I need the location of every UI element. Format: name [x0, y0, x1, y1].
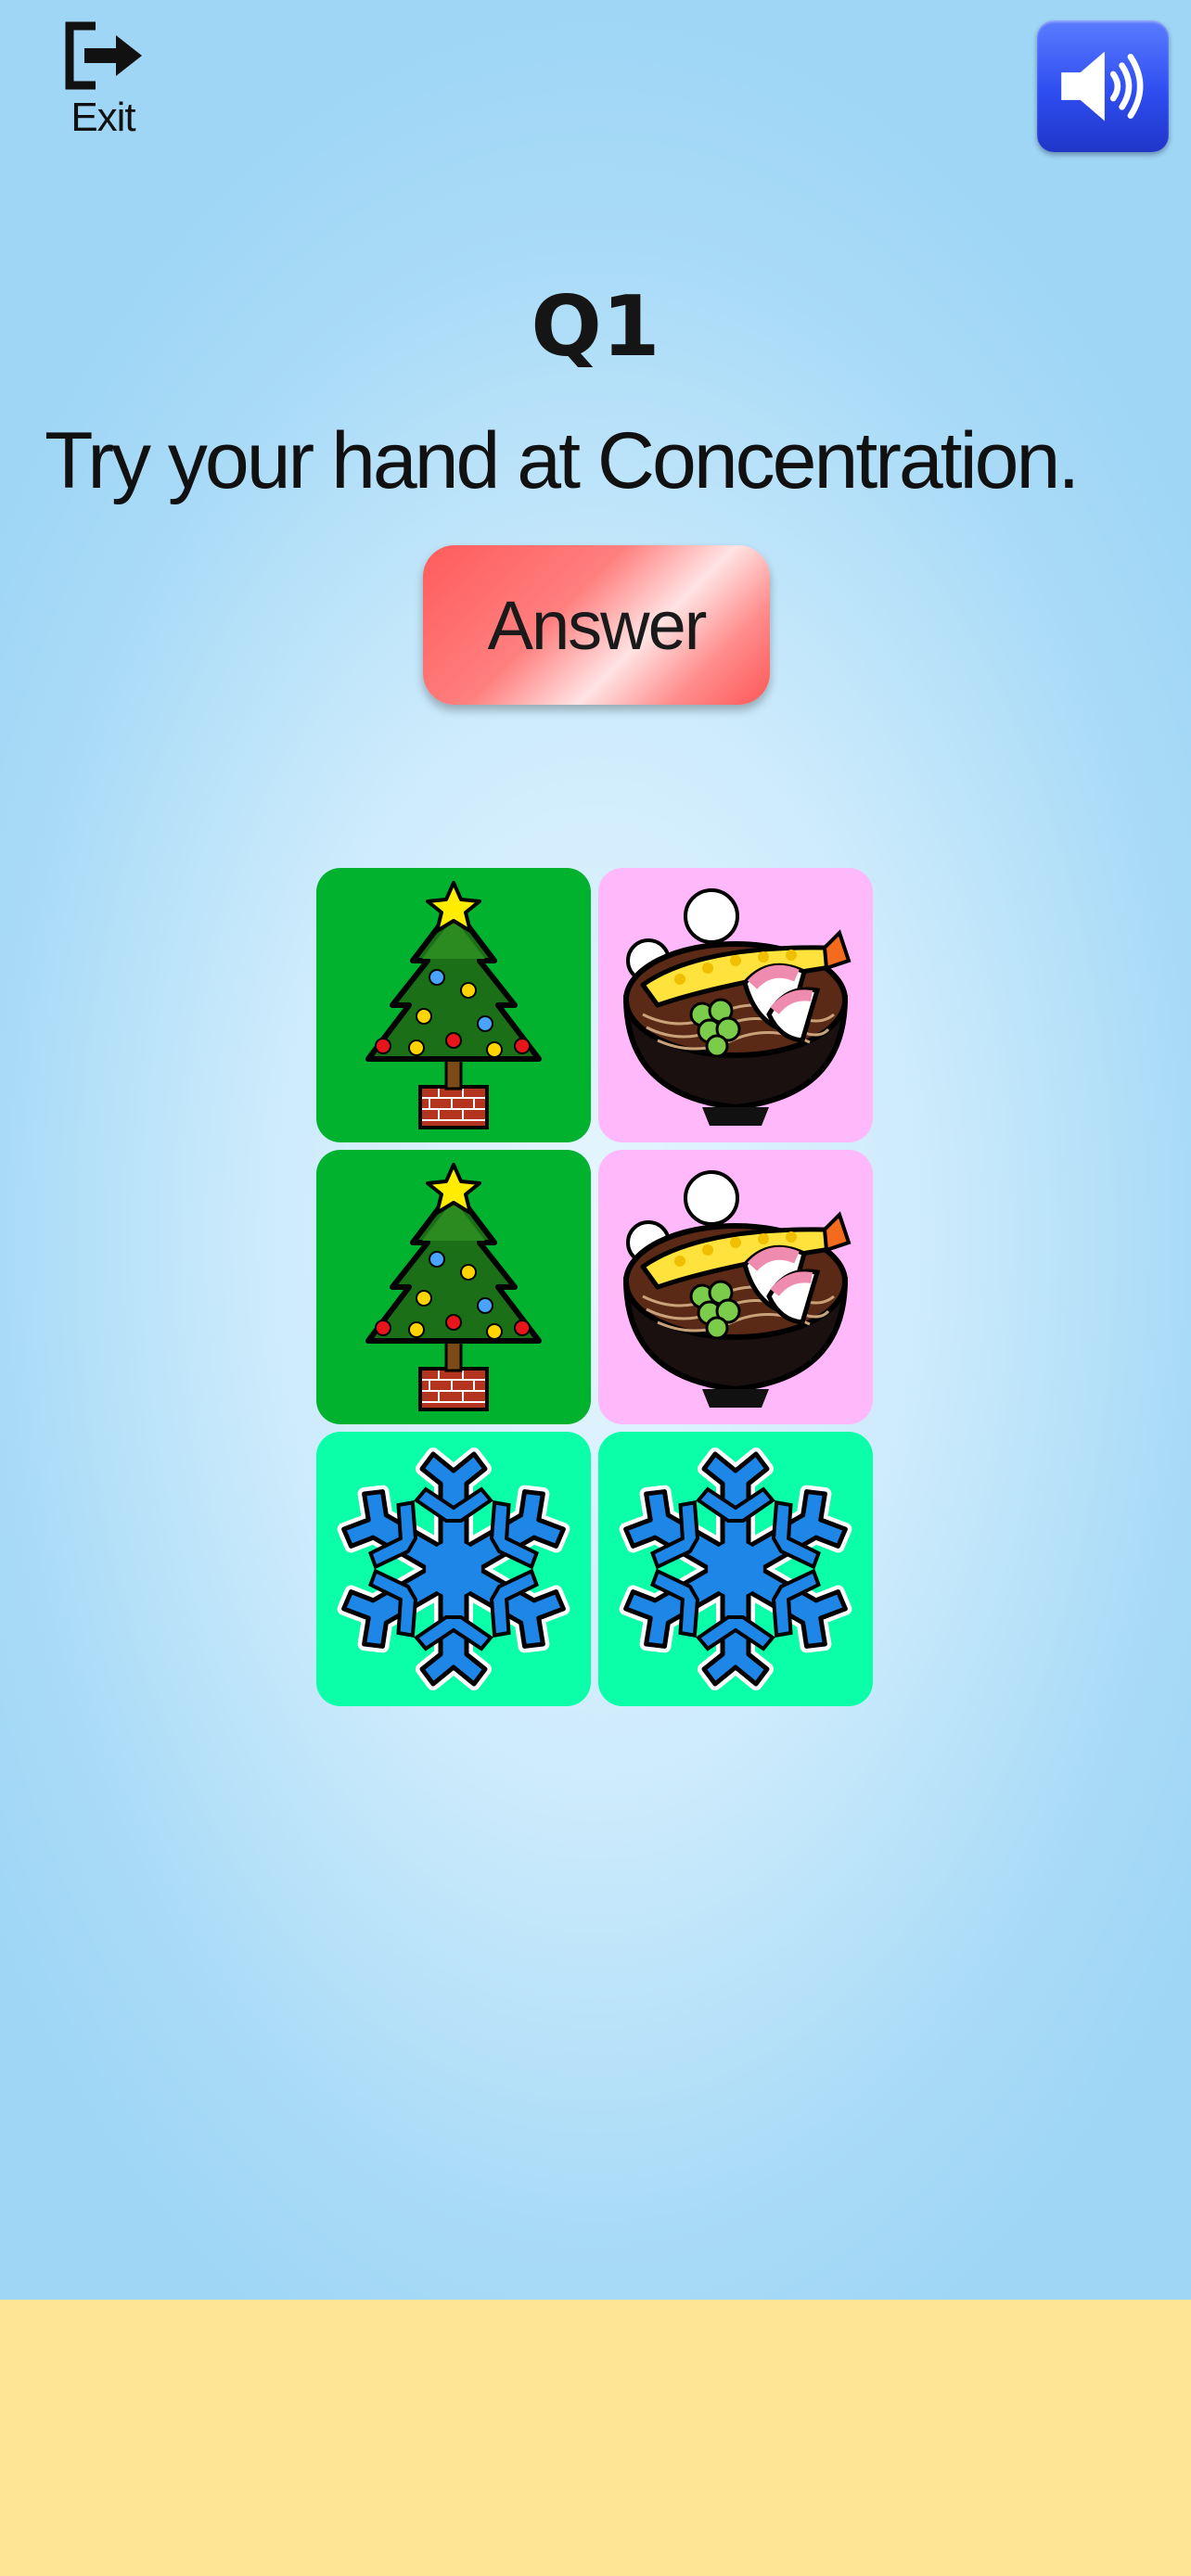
- question-number: Q1: [531, 278, 660, 376]
- memory-card-snowflake[interactable]: [316, 1432, 591, 1706]
- memory-card-soba-bowl[interactable]: [598, 868, 873, 1142]
- christmas-tree-icon: [365, 881, 542, 1129]
- speaker-volume-icon: [1061, 51, 1144, 121]
- snowflake-icon: [337, 1447, 570, 1690]
- christmas-tree-icon: [365, 1163, 542, 1411]
- exit-icon: [65, 21, 142, 90]
- memory-card-snowflake[interactable]: [598, 1432, 873, 1706]
- answer-button[interactable]: Answer: [423, 545, 770, 705]
- memory-card-soba-bowl[interactable]: [598, 1150, 873, 1424]
- snowflake-icon: [619, 1447, 852, 1690]
- soba-bowl-icon: [622, 888, 852, 1126]
- exit-label: Exit: [70, 95, 135, 140]
- memory-card-christmas-tree[interactable]: [316, 868, 591, 1142]
- exit-button[interactable]: Exit: [52, 19, 154, 148]
- question-text: Try your hand at Concentration.: [45, 416, 1080, 505]
- memory-card-christmas-tree[interactable]: [316, 1150, 591, 1424]
- sound-button[interactable]: [1037, 20, 1169, 152]
- card-grid: [316, 868, 873, 1706]
- bottom-bar: [0, 2300, 1191, 2576]
- soba-bowl-icon: [622, 1170, 852, 1408]
